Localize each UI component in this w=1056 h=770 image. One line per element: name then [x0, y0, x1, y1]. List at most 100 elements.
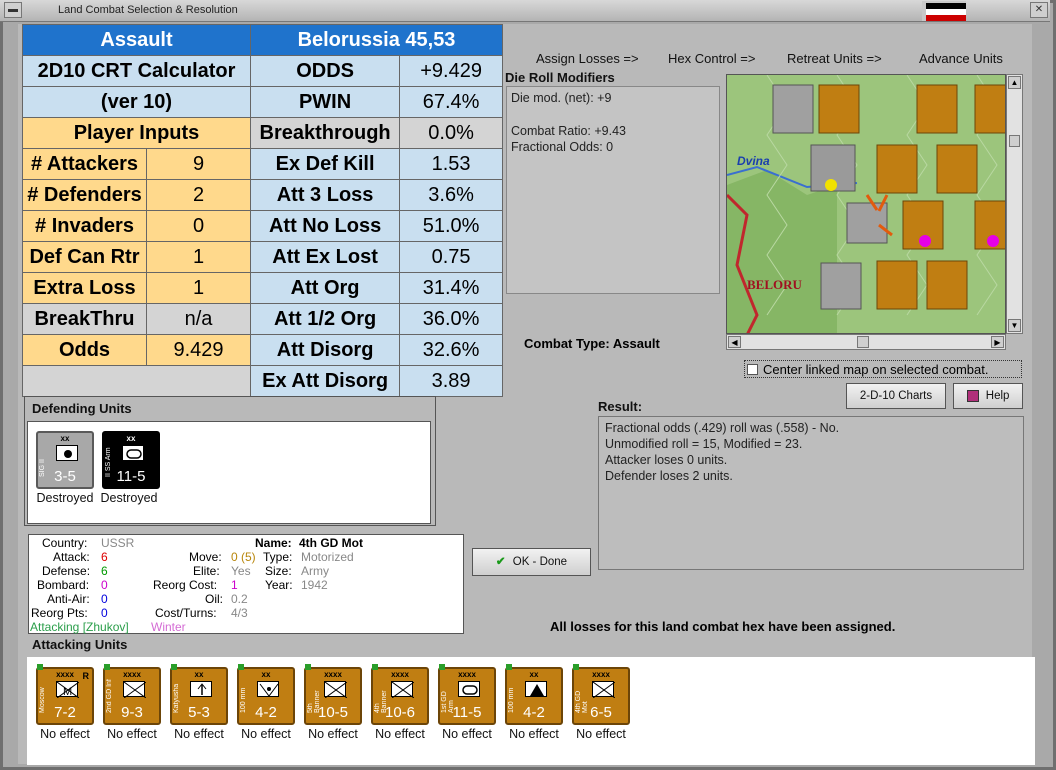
help-label: Help [985, 390, 1010, 402]
reorg-cost-label: Reorg Cost: [153, 578, 218, 592]
charts-button[interactable]: 2-D-10 Charts [846, 383, 946, 409]
stat-label: Att Org [249, 272, 401, 304]
mini-map[interactable]: Dvina BELORU [726, 74, 1006, 334]
attacking-unit-counter[interactable]: xxxx R Moscow M 7-2 [36, 664, 94, 725]
scroll-up-arrow-icon[interactable]: ▲ [1008, 76, 1021, 89]
map-label-region: BELORU [747, 277, 803, 292]
unit-effect: No effect [509, 727, 559, 741]
center-map-checkbox[interactable] [747, 364, 758, 375]
scroll-right-arrow-icon[interactable]: ▶ [991, 336, 1004, 348]
calc-title: 2D10 CRT Calculator [22, 55, 251, 87]
stat-value: 1.53 [399, 148, 503, 180]
close-button[interactable]: ✕ [1030, 2, 1048, 18]
modifiers-box: Die mod. (net): +9 Combat Ratio: +9.43 F… [506, 86, 720, 294]
unit-type-icon: M [56, 681, 79, 698]
unit-size: xx [529, 670, 539, 679]
attacking-unit-counter[interactable]: xx Katyusha 5-3 [170, 664, 228, 725]
input-label: Extra Loss [22, 272, 147, 304]
scroll-down-arrow-icon[interactable]: ▼ [1008, 319, 1021, 332]
stat-value: 3.89 [399, 365, 503, 397]
name-label: Name: [255, 536, 292, 550]
help-button[interactable]: Help [953, 383, 1023, 409]
year-label: Year: [265, 578, 293, 592]
map-terrain: Dvina BELORU [727, 75, 1005, 333]
unit-strength: 9-3 [121, 704, 143, 721]
combat-type: Combat Type: Assault [524, 336, 660, 351]
size-label: Size: [265, 564, 292, 578]
stat-value: 3.6% [399, 179, 503, 211]
crt-calculator-table: Assault Belorussia 45,53 2D10 CRT Calcul… [22, 24, 503, 397]
map-label-river: Dvina [737, 154, 770, 168]
type-label: Type: [263, 550, 293, 564]
modifiers-title: Die Roll Modifiers [505, 70, 615, 85]
phase-advance-units: Advance Units [919, 51, 1003, 66]
center-map-option[interactable]: Center linked map on selected combat. [744, 360, 1022, 378]
pwin-value: 67.4% [399, 86, 503, 118]
reorg-cost-value: 1 [231, 578, 238, 592]
ok-done-label: OK - Done [512, 556, 568, 568]
input-label: BreakThru [22, 303, 147, 335]
attack-value: 6 [101, 550, 108, 564]
scroll-thumb[interactable] [857, 336, 869, 348]
phase-assign-losses: Assign Losses => [536, 51, 639, 66]
hex-name: Belorussia 45,53 [250, 24, 503, 56]
unit-effect: Destroyed [36, 491, 94, 505]
attacking-unit-counter[interactable]: xxxx 5th Banner 10-5 [304, 664, 362, 725]
stat-label: Att 1/2 Org [249, 303, 401, 335]
bombard-value: 0 [101, 578, 108, 592]
attacking-unit-counter[interactable]: xxxx 4th GD Mot 6-5 [572, 664, 630, 725]
country-value: USSR [101, 536, 135, 550]
input-value: 9 [146, 148, 251, 180]
stat-value: 51.0% [399, 210, 503, 242]
unit-strength: 3-5 [54, 468, 76, 485]
name-value: 4th GD Mot [299, 536, 363, 550]
stat-value: 0.75 [399, 241, 503, 273]
unit-type-icon [123, 681, 146, 698]
unit-type-icon [324, 681, 347, 698]
elite-label: Elite: [193, 564, 220, 578]
unit-strength: 10-6 [384, 704, 416, 721]
modifier-line: Combat Ratio: +9.43 [511, 123, 626, 138]
unit-effect: No effect [40, 727, 90, 741]
attacking-unit-counter[interactable]: xx 100 mm 4-2 [237, 664, 295, 725]
unit-size: xx [194, 670, 204, 679]
input-label: # Invaders [22, 210, 147, 242]
map-horizontal-scrollbar[interactable]: ◀ ▶ [726, 334, 1006, 350]
window-menu-button[interactable]: ▬ [4, 2, 22, 18]
type-value: Motorized [301, 550, 354, 564]
unit-type-icon [391, 681, 414, 698]
result-box: Fractional odds (.429) roll was (.558) -… [598, 416, 1024, 570]
country-label: Country: [42, 536, 88, 550]
scroll-thumb[interactable] [1009, 135, 1020, 147]
empty-cell [22, 365, 251, 397]
unit-size: xxxx [123, 670, 141, 679]
ok-done-button[interactable]: ✔ OK - Done [472, 548, 591, 576]
scroll-left-arrow-icon[interactable]: ◀ [728, 336, 741, 348]
help-book-icon [966, 389, 979, 402]
unit-type-icon [592, 681, 615, 698]
odds-value: +9.429 [399, 55, 503, 87]
unit-effect: Destroyed [100, 491, 158, 505]
attacking-unit-counter[interactable]: xxxx 2nd GD Inf 9-3 [103, 664, 161, 725]
unit-effect: No effect [576, 727, 626, 741]
input-label: # Attackers [22, 148, 147, 180]
map-vertical-scrollbar[interactable]: ▲ ▼ [1006, 74, 1023, 334]
move-label: Move: [189, 550, 222, 564]
antiair-value: 0 [101, 592, 108, 606]
defending-unit-counter[interactable]: xx II SS Arm 11-5 [102, 431, 160, 489]
antiair-label: Anti-Air: [47, 592, 90, 606]
unit-size: xxxx [324, 670, 342, 679]
stat-label: Att No Loss [249, 210, 401, 242]
attacking-unit-counter[interactable]: xx 100 mm 4-2 [505, 664, 563, 725]
unit-strength: 4-2 [255, 704, 277, 721]
attacking-unit-counter[interactable]: xxxx 1st GD Arm 11-5 [438, 664, 496, 725]
window-title: Land Combat Selection & Resolution [58, 4, 238, 16]
season: Winter [151, 620, 186, 634]
armor-unit-icon [122, 445, 144, 461]
result-line: Unmodified roll = 15, Modified = 23. [605, 437, 803, 451]
defending-unit-counter[interactable]: xx SIG II 3-5 [36, 431, 94, 489]
stat-value: 36.0% [399, 303, 503, 335]
checkmark-icon: ✔ [495, 556, 506, 568]
attacking-unit-counter[interactable]: xxxx 4th Banner 10-6 [371, 664, 429, 725]
combat-kind: Assault [22, 24, 251, 56]
